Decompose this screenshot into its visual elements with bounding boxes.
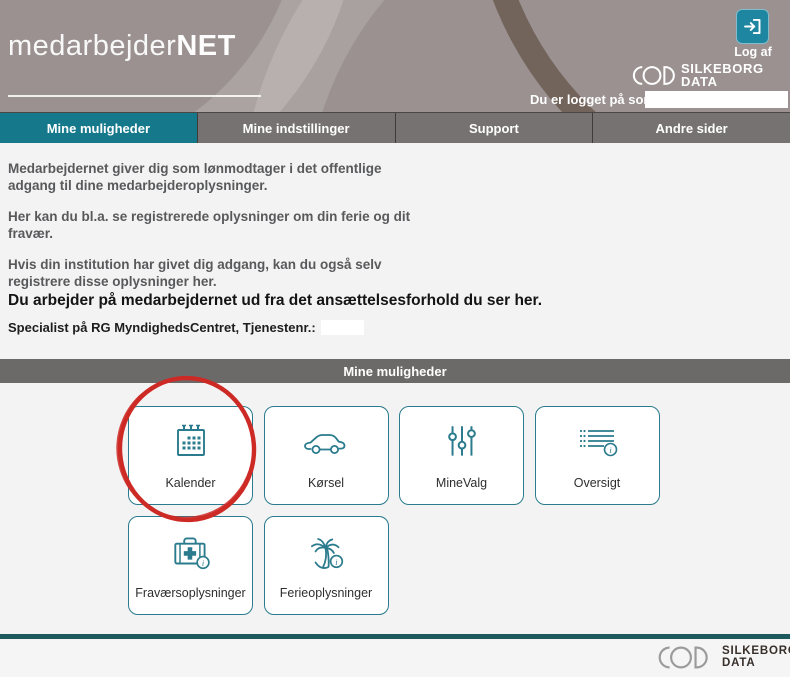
brand-line1: SILKEBORG bbox=[722, 646, 790, 658]
main-nav: Mine muligheder Mine indstillinger Suppo… bbox=[0, 112, 790, 143]
app-logo-light-part: medarbejder bbox=[8, 30, 176, 62]
tile-koersel[interactable]: Kørsel bbox=[264, 406, 389, 505]
intro-text: Medarbejdernet giver dig som lønmodtager… bbox=[8, 160, 428, 304]
header-brand: SILKEBORG DATA bbox=[628, 62, 764, 88]
header: medarbejderNET Log af bbox=[0, 0, 790, 112]
tile-ferieoplysninger[interactable]: i Ferieoplysninger bbox=[264, 516, 389, 615]
footer-brand: SILKEBORG DATA bbox=[645, 644, 790, 671]
employment-heading: Du arbejder på medarbejdernet ud fra det… bbox=[8, 292, 648, 310]
silkeborg-data-logo-icon bbox=[645, 644, 717, 671]
footer-brand-text: SILKEBORG DATA bbox=[722, 646, 790, 669]
tile-label: MineValg bbox=[400, 476, 523, 490]
sliders-icon bbox=[400, 419, 523, 465]
tile-label: Oversigt bbox=[536, 476, 659, 490]
list-info-icon: i bbox=[536, 419, 659, 465]
tab-mine-muligheder[interactable]: Mine muligheder bbox=[0, 113, 197, 143]
first-aid-info-icon: i bbox=[129, 529, 252, 575]
tile-label: Fraværsoplysninger bbox=[129, 586, 252, 600]
tile-label: Kalender bbox=[129, 476, 252, 490]
app-logo-underline bbox=[8, 95, 261, 97]
tab-andre-sider[interactable]: Andre sider bbox=[592, 113, 790, 143]
tab-support[interactable]: Support bbox=[395, 113, 593, 143]
tile-minevalg[interactable]: MineValg bbox=[399, 406, 524, 505]
login-status-label: Du er logget på som bbox=[530, 92, 655, 107]
app-logo: medarbejderNET bbox=[8, 30, 236, 63]
tab-mine-indstillinger[interactable]: Mine indstillinger bbox=[197, 113, 395, 143]
silkeborg-data-logo-icon bbox=[628, 64, 676, 87]
service-number-redacted-box bbox=[321, 320, 364, 335]
intro-paragraph: Her kan du bl.a. se registrerede oplysni… bbox=[8, 208, 428, 242]
calendar-icon bbox=[129, 419, 252, 465]
tile-oversigt[interactable]: i Oversigt bbox=[535, 406, 660, 505]
header-brand-text: SILKEBORG DATA bbox=[681, 62, 764, 88]
footer: SILKEBORG DATA bbox=[0, 639, 790, 677]
tile-fravaersoplysninger[interactable]: i Fraværsoplysninger bbox=[128, 516, 253, 615]
section-bar: Mine muligheder bbox=[0, 359, 790, 383]
logout-label[interactable]: Log af bbox=[727, 45, 779, 59]
app-logo-bold-part: NET bbox=[176, 30, 236, 62]
intro-paragraph: Medarbejdernet giver dig som lønmodtager… bbox=[8, 160, 428, 194]
login-user-redacted-box bbox=[645, 91, 788, 108]
employment-detail: Specialist på RG MyndighedsCentret, Tjen… bbox=[8, 320, 364, 335]
tile-grid: Kalender Kørsel bbox=[128, 406, 662, 615]
tile-kalender[interactable]: Kalender bbox=[128, 406, 253, 505]
palm-tree-info-icon: i bbox=[265, 529, 388, 575]
brand-line2: DATA bbox=[722, 658, 790, 670]
brand-line2: DATA bbox=[681, 75, 764, 88]
car-icon bbox=[265, 419, 388, 465]
tile-label: Kørsel bbox=[265, 476, 388, 490]
logout-icon bbox=[742, 16, 763, 37]
logout-button[interactable] bbox=[736, 9, 769, 44]
medarbejdernet-page: medarbejderNET Log af bbox=[0, 0, 790, 677]
tile-label: Ferieoplysninger bbox=[265, 586, 388, 600]
employment-detail-text: Specialist på RG MyndighedsCentret, Tjen… bbox=[8, 320, 316, 335]
intro-paragraph: Hvis din institution har givet dig adgan… bbox=[8, 256, 428, 290]
